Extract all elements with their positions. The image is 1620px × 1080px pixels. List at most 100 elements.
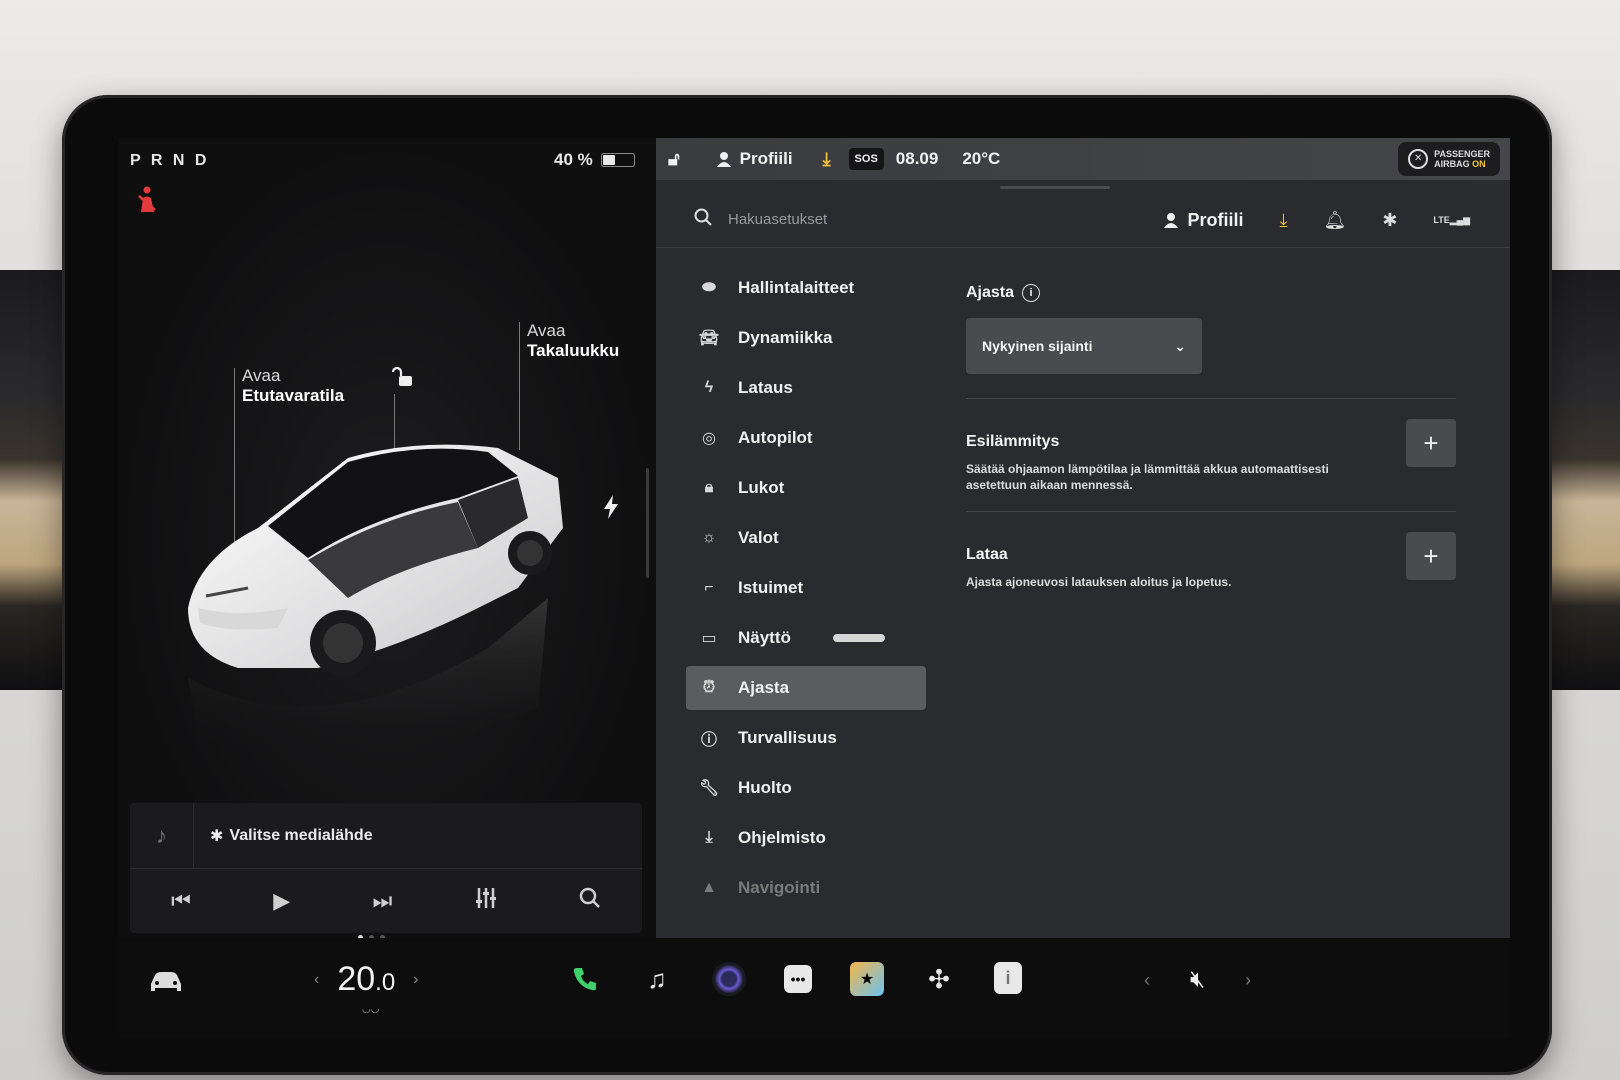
media-source-selector[interactable]: ✱ Valitse medialähde [210, 826, 373, 846]
settings-search-bar: Profiili ⤓ 🔔︎ ✱ LTE▂▄▆ [656, 192, 1510, 248]
airbag-state: ON [1472, 159, 1486, 169]
steering-wheel-icon: ◎ [702, 430, 716, 447]
panel-grabber[interactable] [1000, 186, 1110, 189]
battery-fill [602, 155, 615, 165]
sidebar-item-label: Istuimet [738, 578, 804, 597]
charge-schedule-section: Lataa Ajasta ajoneuvosi latauksen aloitu… [966, 512, 1456, 590]
temp-decimal: .0 [375, 969, 396, 996]
outside-temperature: 20°C [962, 149, 1001, 168]
play-icon[interactable]: ▶ [273, 888, 290, 914]
sidebar-item-hallintalaitteet[interactable]: ⬬ Hallintalaitteet [686, 266, 926, 310]
sidebar-item-label: Hallintalaitteet [738, 278, 855, 297]
sidebar-item-label: Lataus [738, 378, 793, 397]
next-track-icon[interactable]: ⏭ [372, 888, 392, 914]
display-brightness-slider[interactable] [832, 634, 885, 642]
volume-muted-icon[interactable]: 🔇︎ [1190, 966, 1205, 994]
charge-port-icon[interactable] [603, 495, 619, 525]
music-note-icon: ♪ [130, 803, 194, 869]
music-icon[interactable]: ♫ [640, 962, 674, 996]
lock-status-icon[interactable]: 🔓︎ [668, 149, 680, 170]
seat-heater-icon[interactable]: ◡◡ [362, 1004, 379, 1015]
user-icon [1164, 213, 1179, 228]
equalizer-icon[interactable] [475, 888, 497, 914]
add-preconditioning-button[interactable]: + [1406, 419, 1456, 467]
settings-menu: ⬬ Hallintalaitteet 🚘︎ Dynamiikka ϟ Lataus ◎ Aut… [686, 266, 926, 916]
sidebar-item-huolto[interactable]: 🔧︎ Huolto [686, 766, 926, 810]
media-source-label: Valitse medialähde [229, 826, 373, 844]
car-front-icon: 🚘︎ [698, 330, 720, 347]
previous-track-icon[interactable]: ⏮ [171, 888, 191, 914]
settings-search-input[interactable] [728, 211, 1088, 228]
add-charge-schedule-button[interactable]: + [1406, 532, 1456, 580]
sos-button[interactable]: SOS [848, 148, 884, 170]
sidebar-item-autopilot[interactable]: ◎ Autopilot [686, 416, 926, 460]
battery-indicator: 40 % [554, 150, 635, 170]
media-player: ♪ ✱ Valitse medialähde ⏮ ▶ ⏭ [130, 803, 642, 933]
preconditioning-title: Esilämmitys [966, 433, 1060, 450]
sidebar-item-lataus[interactable]: ϟ Lataus [686, 366, 926, 410]
open-front-trunk-button[interactable]: Avaa Etutavaratila [242, 366, 344, 406]
profile-button[interactable]: Profiili [716, 149, 793, 169]
sidebar-item-dynamiikka[interactable]: 🚘︎ Dynamiikka [686, 316, 926, 360]
user-icon [716, 152, 731, 167]
vehicle-panel: P R N D 40 % Avaa Etutavaratila Avaa Tak… [118, 138, 656, 940]
open-rear-trunk-button[interactable]: Avaa Takaluukku [527, 321, 619, 361]
volume-control: ‹ 🔇︎ › [1144, 966, 1251, 994]
panel-scrollbar[interactable] [646, 468, 649, 578]
wrench-icon: 🔧︎ [698, 780, 720, 797]
sidebar-item-istuimet[interactable]: ⌐ Istuimet [686, 566, 926, 610]
schedule-title: Ajasta [966, 284, 1015, 301]
sun-icon: ☼ [701, 529, 717, 546]
sidebar-item-label: Turvallisuus [738, 728, 837, 747]
sidebar-item-label: Lukot [738, 478, 785, 497]
front-trunk-name: Etutavaratila [242, 386, 345, 405]
release-notes-icon[interactable]: i [994, 962, 1022, 994]
sidebar-item-lukot[interactable]: 🔒︎ Lukot [686, 466, 926, 510]
media-search-icon[interactable] [579, 887, 601, 915]
preconditioning-section: Esilämmitys Säätää ohjaamon lämpötilaa j… [966, 399, 1456, 493]
download-icon: ⤓ [705, 829, 713, 846]
fan-icon[interactable]: ✣ [922, 962, 956, 996]
temp-increase-chevron-icon[interactable]: › [413, 971, 418, 989]
preconditioning-description: Säätää ohjaamon lämpötilaa ja lämmittää … [966, 462, 1329, 492]
bolt-icon: ϟ [704, 379, 714, 396]
camera-icon[interactable] [712, 962, 746, 996]
passenger-airbag-status: ✕ PASSENGER AIRBAG ON [1398, 142, 1500, 176]
seat-icon: ⌐ [704, 579, 714, 596]
alert-circle-icon: ⓘ [700, 732, 717, 749]
display-icon: ▭ [701, 630, 717, 647]
sidebar-item-label: Navigointi [738, 878, 821, 897]
clock: 08.09 [895, 149, 939, 168]
location-dropdown[interactable]: Nykyinen sijainti ⌄ [966, 318, 1202, 374]
cabin-temperature-control: ‹ 20.0 › [314, 960, 419, 999]
sidebar-item-ajasta[interactable]: ⏰︎ Ajasta [686, 666, 926, 710]
sidebar-item-ohjelmisto[interactable]: ⤓ Ohjelmisto [686, 816, 926, 860]
sidebar-item-navigointi[interactable]: ▲ Navigointi [686, 866, 926, 910]
volume-decrease-chevron-icon[interactable]: ‹ [1144, 970, 1150, 991]
more-icon[interactable]: ••• [784, 965, 812, 993]
chevron-down-icon: ⌄ [1174, 337, 1186, 354]
sidebar-item-turvallisuus[interactable]: ⓘ Turvallisuus [686, 716, 926, 760]
sidebar-item-valot[interactable]: ☼ Valot [686, 516, 926, 560]
toggle-icon: ⬬ [702, 279, 716, 296]
bluetooth-status-icon[interactable]: ✱ [1382, 210, 1397, 231]
download-icon[interactable]: ⤓ [823, 149, 831, 170]
schedule-content: Ajasta i Nykyinen sijainti ⌄ Esilämmitys… [966, 284, 1456, 590]
phone-icon[interactable] [568, 962, 602, 996]
toybox-icon[interactable]: ★ [850, 962, 884, 996]
info-icon[interactable]: i [1022, 284, 1041, 302]
search-icon [694, 208, 712, 232]
volume-increase-chevron-icon[interactable]: › [1245, 970, 1251, 991]
settings-profile-button[interactable]: Profiili [1163, 210, 1244, 231]
car-icon[interactable] [148, 968, 184, 1002]
seatbelt-warning-icon [132, 184, 162, 221]
temp-decrease-chevron-icon[interactable]: ‹ [314, 971, 319, 989]
bell-icon[interactable]: 🔔︎ [1323, 210, 1346, 231]
charge-description: Ajasta ajoneuvosi latauksen aloitus ja l… [966, 575, 1232, 589]
sidebar-item-label: Huolto [738, 778, 792, 797]
sidebar-item-näyttö[interactable]: ▭ Näyttö [686, 616, 926, 660]
app-launcher: ♫ ••• ★ ✣ i [568, 962, 1022, 996]
unlock-icon[interactable] [391, 365, 416, 395]
software-download-icon[interactable]: ⤓ [1280, 210, 1288, 231]
sidebar-item-label: Ajasta [738, 678, 790, 697]
